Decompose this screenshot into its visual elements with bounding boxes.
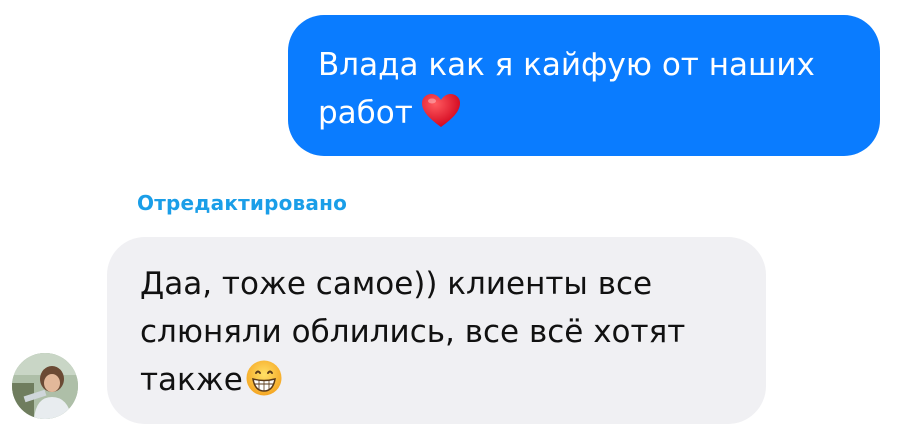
incoming-message-line: Даа, тоже самое)) клиенты все: [140, 266, 653, 302]
heart-icon: [421, 93, 461, 129]
grinning-face-icon: [245, 359, 283, 397]
edited-label: Отредактировано: [137, 191, 348, 215]
contact-avatar[interactable]: [12, 353, 78, 419]
incoming-message-line: слюняли облились, все всё хотят: [140, 314, 686, 350]
outgoing-message-bubble[interactable]: Влада как я кайфую от наших работ: [288, 15, 880, 156]
incoming-message-bubble[interactable]: Даа, тоже самое)) клиенты все слюняли об…: [107, 237, 766, 424]
outgoing-message-line: Влада как я кайфую от наших: [318, 47, 815, 83]
incoming-message-line: также: [140, 356, 736, 404]
outgoing-message-line: работ: [318, 89, 850, 137]
